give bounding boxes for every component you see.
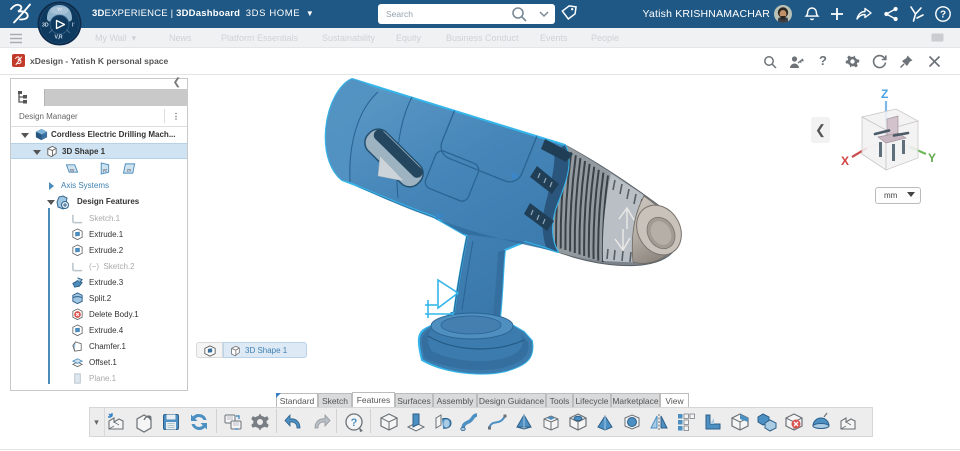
svg-text:?: ? bbox=[940, 10, 946, 21]
svg-text:yz: yz bbox=[103, 167, 108, 172]
svg-text:3D: 3D bbox=[42, 23, 49, 29]
svg-text:Z: Z bbox=[881, 87, 888, 101]
svg-text:zx: zx bbox=[127, 167, 132, 172]
svg-text:V,R: V,R bbox=[55, 35, 63, 41]
svg-text:?: ? bbox=[351, 417, 358, 429]
svg-text:X: X bbox=[841, 154, 849, 168]
svg-text:xy: xy bbox=[70, 167, 75, 172]
svg-text:Y: Y bbox=[928, 151, 936, 165]
svg-text:I´: I´ bbox=[72, 23, 75, 29]
